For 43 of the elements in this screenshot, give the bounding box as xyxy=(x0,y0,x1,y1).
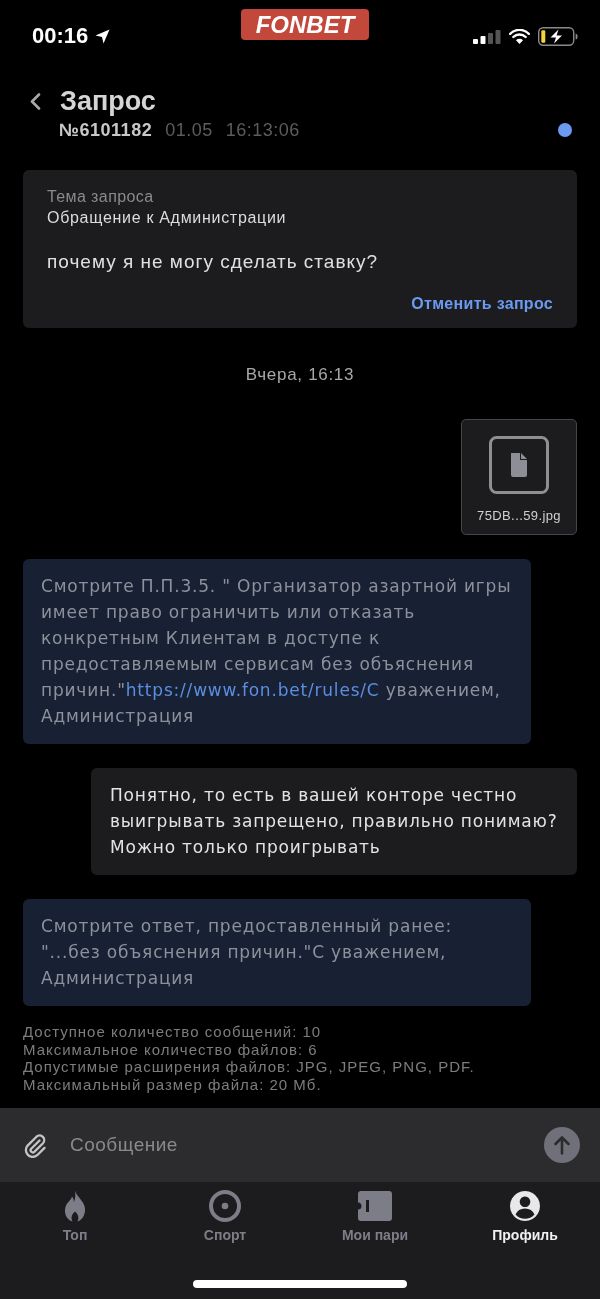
arrow-up-icon xyxy=(553,1135,571,1155)
date-separator: Вчера, 16:13 xyxy=(245,364,355,386)
target-icon xyxy=(209,1190,241,1222)
brand-logo: FONBET xyxy=(240,9,370,40)
request-number: №6101182 xyxy=(59,119,153,141)
limit-info-text: Допустимые расширения файлов: JPG, JPEG, PNG, PDF. xyxy=(23,1058,476,1076)
message-input-bar[interactable]: Сообщение xyxy=(0,1108,600,1182)
limit-info-text: Максимальный размер файла: 20 Мб. xyxy=(23,1075,323,1093)
battery-charging-icon xyxy=(538,27,578,46)
file-icon xyxy=(489,436,549,494)
limit-info-text: Максимальное количество файлов: 6 xyxy=(23,1040,319,1058)
back-button[interactable] xyxy=(30,93,41,110)
topic-text: Обращение к Администрации xyxy=(47,208,288,228)
send-button[interactable] xyxy=(544,1127,580,1163)
flame-icon xyxy=(62,1190,88,1222)
cancel-request-link[interactable]: Отменить запрос xyxy=(411,294,553,314)
file-attachment[interactable]: 75DB...59.jpg xyxy=(461,419,577,535)
request-question: почему я не могу сделать ставку? xyxy=(47,250,380,274)
request-date: 01.05 xyxy=(165,119,213,141)
file-name: 75DB...59.jpg xyxy=(477,508,561,523)
signal-icon xyxy=(473,29,501,44)
location-arrow-icon xyxy=(95,28,111,44)
tab-item[interactable]: Профиль xyxy=(450,1182,600,1244)
message-field[interactable]: Сообщение xyxy=(70,1132,544,1158)
attach-button[interactable] xyxy=(22,1132,48,1158)
status-time: 00:16 xyxy=(32,23,89,49)
request-time: 16:13:06 xyxy=(225,119,300,141)
tab-item[interactable]: Спорт xyxy=(150,1182,300,1244)
ticket-icon xyxy=(357,1190,393,1222)
message-text: Смотрите ответ, предоставленный ранее: "...без объяснения причин."С уважением, Администрация xyxy=(41,915,454,990)
tab-item[interactable]: Мои пари xyxy=(300,1182,450,1244)
message-text: Смотрите П.П.3.5. " Организатор азартной игры имеет право ограничить или отказать конкретным Клиентам в доступе к предоставляемым сервисам без объяснения причин."https://www.fon.bet/rules/С уважением, Администрация xyxy=(41,575,513,728)
paperclip-icon xyxy=(22,1132,48,1158)
message-link[interactable]: https://www.fon.bet/rules/С xyxy=(125,680,380,700)
limit-info-text: Доступное количество сообщений: 10 xyxy=(23,1023,323,1041)
tab-item[interactable]: Топ xyxy=(0,1182,150,1244)
topic-label: Тема запроса xyxy=(47,187,155,207)
user-icon xyxy=(509,1190,541,1222)
page-title: Запрос xyxy=(60,86,156,117)
message-text: Понятно, то есть в вашей конторе честно выигрывать запрещено, правильно понимаю? Можно только проигрывать xyxy=(110,784,559,859)
chevron-left-icon xyxy=(30,93,41,110)
status-dot-icon xyxy=(558,123,572,137)
wifi-icon xyxy=(509,29,530,44)
